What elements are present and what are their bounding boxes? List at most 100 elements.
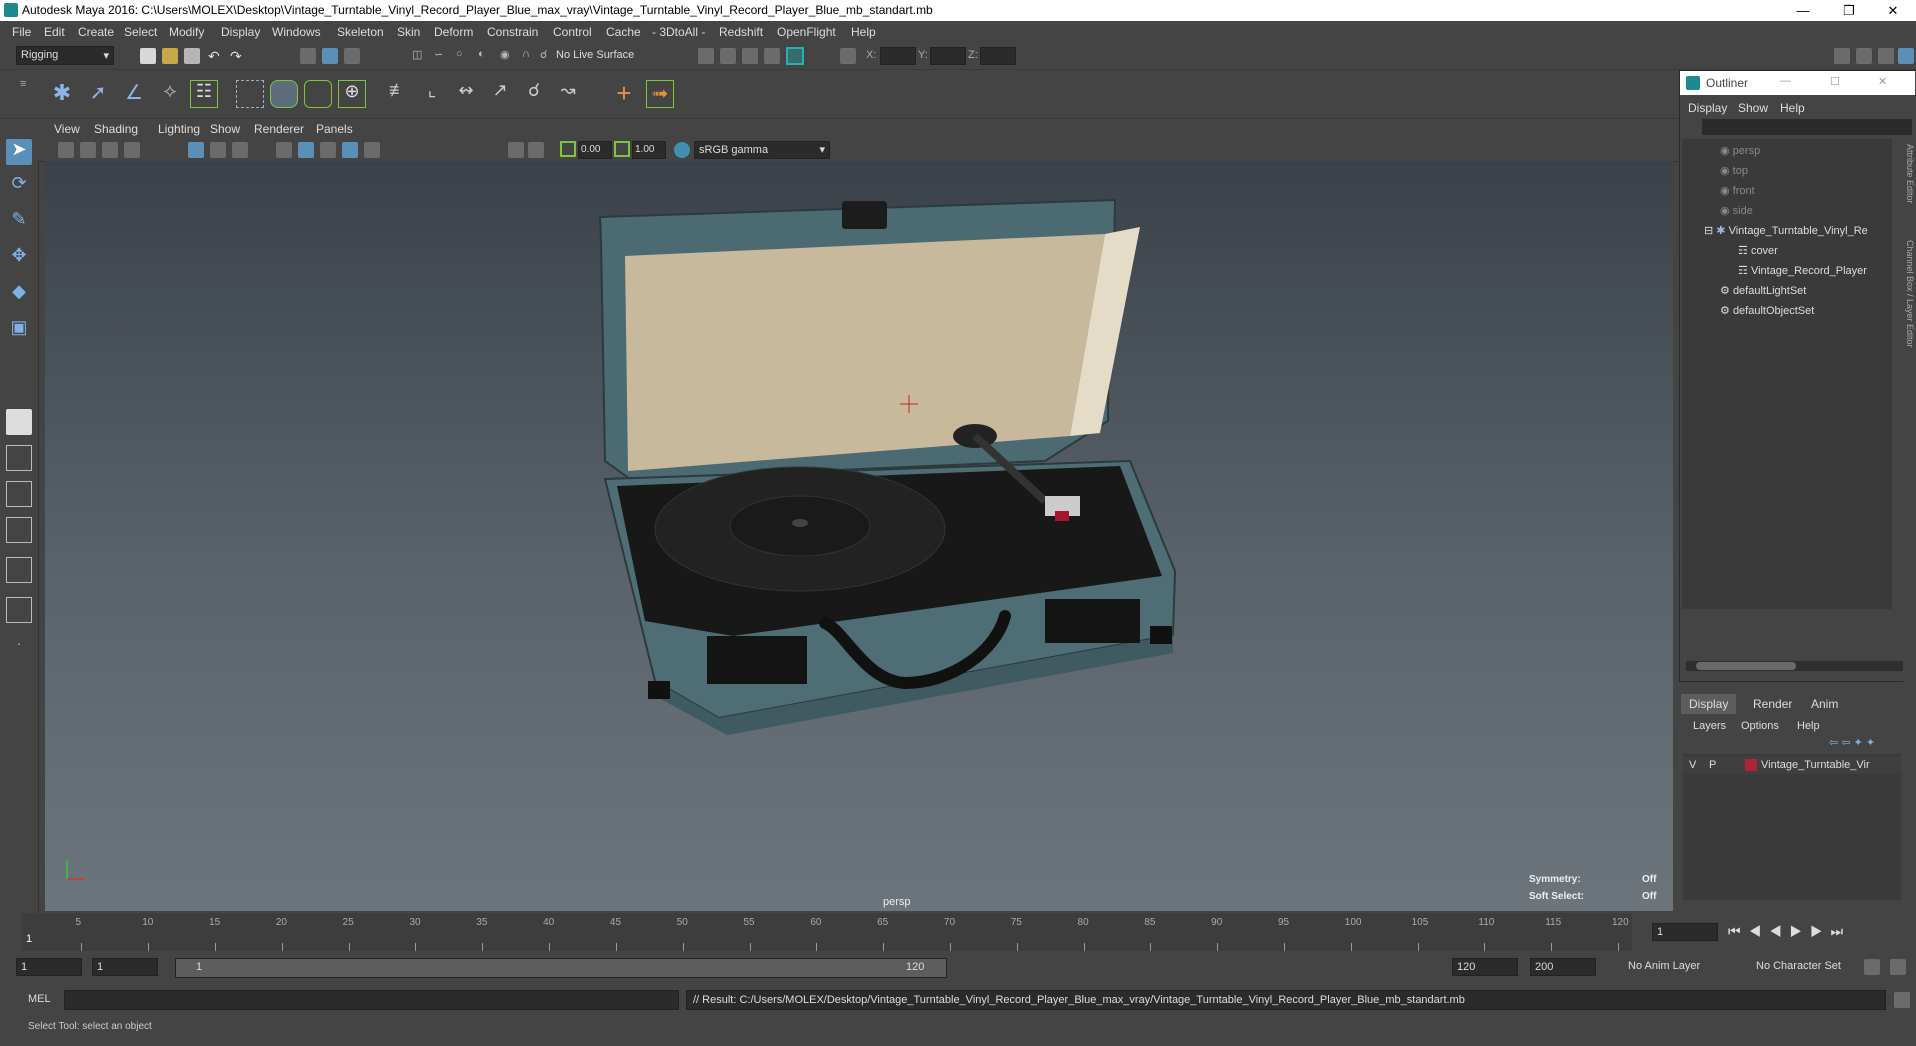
panel-menu-view[interactable]: View xyxy=(54,122,80,136)
panel-menu-panels[interactable]: Panels xyxy=(316,122,353,136)
bind-skin-icon[interactable] xyxy=(236,80,264,108)
wireframe-icon[interactable] xyxy=(188,142,204,158)
select-object-icon[interactable] xyxy=(322,48,338,64)
layer-color-swatch[interactable] xyxy=(1745,759,1757,771)
joint-tool-icon[interactable]: ✱ xyxy=(48,80,76,108)
shelf-menu-icon[interactable]: ≡ xyxy=(20,78,28,110)
y-field[interactable] xyxy=(930,47,966,65)
select-tool-icon[interactable]: ➤ xyxy=(6,139,32,165)
xray-icon[interactable] xyxy=(342,142,358,158)
layer-menu-options[interactable]: Options xyxy=(1741,720,1779,732)
gamma-icon[interactable] xyxy=(614,141,630,157)
resolution-gate-icon[interactable] xyxy=(508,142,524,158)
outliner-item-defaultobjectset[interactable]: ⚙ defaultObjectSet xyxy=(1720,304,1814,322)
side-tab-attribute-editor[interactable]: Attribute Editor xyxy=(1905,144,1915,204)
cluster-icon[interactable]: ⊕ xyxy=(338,80,366,108)
outliner-item-record-player[interactable]: ☶ Vintage_Record_Player xyxy=(1738,264,1867,282)
mirror-joint-icon[interactable]: ☷ xyxy=(190,80,218,108)
scale-tool-icon[interactable]: ▣ xyxy=(6,317,32,343)
smooth-shade-icon[interactable] xyxy=(210,142,226,158)
outliner-item-group[interactable]: ⊟ ✱ Vintage_Turntable_Vinyl_Re xyxy=(1704,224,1868,242)
undo-icon[interactable]: ↶ xyxy=(208,48,224,64)
menu-cache[interactable]: Cache xyxy=(606,25,641,39)
tab-render[interactable]: Render xyxy=(1745,694,1800,714)
grid-toggle-icon[interactable] xyxy=(124,142,140,158)
menu-create[interactable]: Create xyxy=(78,25,114,39)
outliner-item-defaultlightset[interactable]: ⚙ defaultLightSet xyxy=(1720,284,1806,302)
single-perspective-layout-icon[interactable] xyxy=(6,409,32,435)
outliner-menu-show[interactable]: Show xyxy=(1738,101,1768,115)
animation-end-field[interactable]: 200 xyxy=(1530,958,1596,976)
menu-3dtoall[interactable]: - 3DtoAll - xyxy=(652,25,705,39)
command-input[interactable] xyxy=(64,990,679,1010)
camera-attributes-icon[interactable] xyxy=(58,142,74,158)
select-hierarchy-icon[interactable] xyxy=(300,48,316,64)
more-layouts-icon[interactable]: · xyxy=(6,635,32,661)
ik-handle-icon[interactable]: ➚ xyxy=(84,80,112,108)
panel-menu-show[interactable]: Show xyxy=(210,122,240,136)
render-frame-icon[interactable] xyxy=(720,48,736,64)
use-lights-icon[interactable] xyxy=(298,142,314,158)
tab-display[interactable]: Display xyxy=(1681,694,1737,714)
lattice-icon[interactable] xyxy=(304,80,332,108)
time-slider[interactable]: 5 10 15 20 25 30 35 40 45 50 55 60 65 70 75 80 85 90 95 100… xyxy=(0,913,1916,951)
persp-outliner-layout-icon[interactable] xyxy=(6,481,32,507)
range-slider-bar[interactable]: 1 120 xyxy=(175,958,947,978)
four-view-layout-icon[interactable] xyxy=(6,445,32,471)
ik-spline-icon[interactable]: ∠ xyxy=(120,80,148,108)
playback-end-field[interactable]: 120 xyxy=(1452,958,1518,976)
ipr-render-icon[interactable] xyxy=(742,48,758,64)
panel-menu-lighting[interactable]: Lighting xyxy=(158,122,200,136)
channel-box-icon[interactable] xyxy=(1898,48,1914,64)
outliner-item-side[interactable]: ◉ side xyxy=(1720,204,1753,222)
menu-help[interactable]: Help xyxy=(851,25,876,39)
locator-icon[interactable]: + xyxy=(610,80,638,108)
script-language-toggle[interactable]: MEL xyxy=(28,993,51,1005)
outliner-minimize-button[interactable]: — xyxy=(1780,75,1791,87)
perspective-viewport[interactable]: persp Symmetry: Off Soft Select: Off xyxy=(45,161,1673,911)
pole-vector-icon[interactable]: ↝ xyxy=(554,80,582,108)
layer-row[interactable]: V P Vintage_Turntable_Vir xyxy=(1683,756,1901,774)
gate-mask-icon[interactable] xyxy=(528,142,544,158)
character-set-dropdown[interactable]: No Character Set xyxy=(1756,960,1841,972)
side-tab-channel-box[interactable]: Channel Box / Layer Editor xyxy=(1905,240,1915,348)
snap-surface-icon[interactable]: ◉ xyxy=(500,48,516,64)
outliner-search[interactable] xyxy=(1702,119,1912,135)
smooth-bind-icon[interactable] xyxy=(270,80,298,108)
hypershade-icon[interactable] xyxy=(786,47,804,65)
close-button[interactable]: ✕ xyxy=(1870,0,1916,21)
menu-deform[interactable]: Deform xyxy=(434,25,473,39)
view-transform-dropdown[interactable]: sRGB gamma ▾ xyxy=(694,141,830,159)
collapse-icon[interactable]: ⊟ xyxy=(1704,225,1713,237)
menu-openflight[interactable]: OpenFlight xyxy=(777,25,836,39)
render-settings-icon[interactable] xyxy=(764,48,780,64)
exposure-field[interactable]: 0.00 xyxy=(578,141,612,159)
point-constraint-icon[interactable]: ⌞ xyxy=(418,80,446,108)
snap-curve-icon[interactable]: ∽ xyxy=(434,48,450,64)
new-scene-icon[interactable] xyxy=(140,48,156,64)
outliner-item-top[interactable]: ◉ top xyxy=(1720,164,1748,182)
menuset-dropdown[interactable]: Rigging ▾ xyxy=(16,46,114,65)
modeling-toolkit-icon[interactable] xyxy=(1834,48,1850,64)
layer-playback-toggle[interactable]: P xyxy=(1709,759,1716,771)
orient-constraint-icon[interactable]: ↭ xyxy=(452,80,480,108)
animation-start-field[interactable]: 1 xyxy=(16,958,82,976)
render-view-icon[interactable] xyxy=(698,48,714,64)
parent-constraint-icon[interactable]: ≢ xyxy=(384,80,412,108)
layer-menu-layers[interactable]: Layers xyxy=(1693,720,1726,732)
persp-graph-layout-icon[interactable] xyxy=(6,517,32,543)
menu-skeleton[interactable]: Skeleton xyxy=(337,25,384,39)
layer-tools-icons[interactable]: ⇦ ⇦ ✦ ✦ xyxy=(1829,736,1899,750)
auto-key-icon[interactable] xyxy=(1864,959,1880,975)
select-component-icon[interactable] xyxy=(344,48,360,64)
snap-point-icon[interactable]: ○ xyxy=(456,48,472,64)
move-tool-icon[interactable]: ✥ xyxy=(6,245,32,271)
insert-joint-icon[interactable]: ⟡ xyxy=(156,80,184,108)
snap-grid-icon[interactable]: ◫ xyxy=(412,48,428,64)
tool-settings-icon[interactable] xyxy=(1878,48,1894,64)
exposure-icon[interactable] xyxy=(560,141,576,157)
save-scene-icon[interactable] xyxy=(184,48,200,64)
aim-constraint-icon[interactable]: ☌ xyxy=(520,80,548,108)
paint-select-icon[interactable]: ✎ xyxy=(6,209,32,235)
rotate-tool-icon[interactable]: ◆ xyxy=(6,281,32,307)
